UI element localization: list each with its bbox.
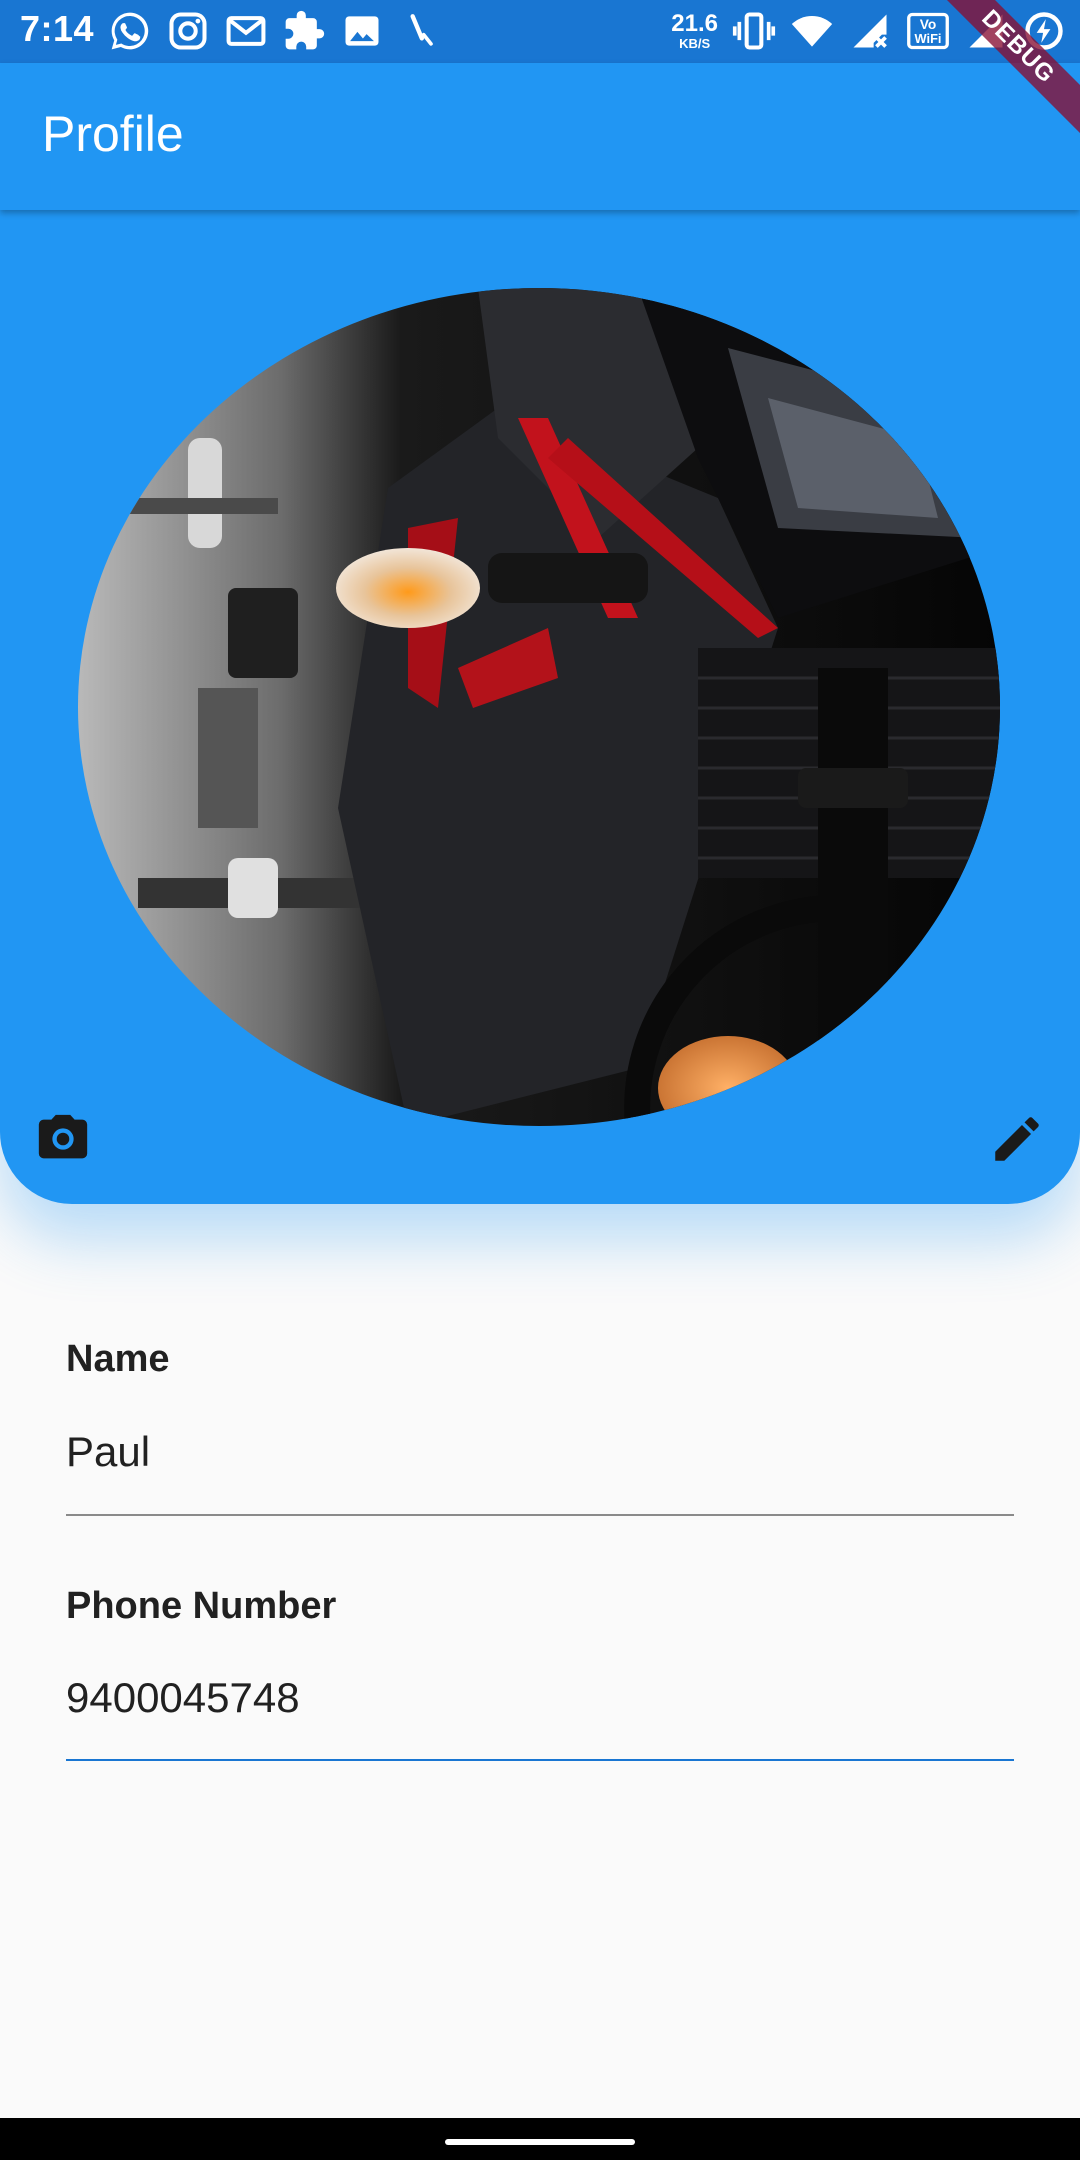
image-icon <box>340 9 384 53</box>
status-bar: 7:14 21.6 KB/S Vo WiFi <box>0 0 1080 63</box>
motorcycle-photo <box>78 288 1000 1126</box>
name-field-underline <box>66 1514 1014 1516</box>
name-label: Name <box>66 1338 170 1380</box>
phone-number-field[interactable]: 9400045748 <box>66 1674 1014 1722</box>
feather-icon <box>398 9 442 53</box>
edit-pencil-icon <box>995 1117 1039 1161</box>
vowifi-icon: Vo WiFi <box>906 9 950 53</box>
camera-icon <box>38 1114 88 1159</box>
network-speed: 21.6 KB/S <box>671 10 718 51</box>
whatsapp-icon <box>108 9 152 53</box>
navigation-bar <box>0 2118 1080 2160</box>
app-bar: Profile <box>0 63 1080 210</box>
status-time: 7:14 <box>20 8 95 49</box>
network-speed-unit: KB/S <box>679 36 711 51</box>
signal-x-icon <box>848 9 892 53</box>
svg-text:Vo: Vo <box>920 17 937 32</box>
wifi-icon <box>790 9 834 53</box>
vibrate-icon <box>732 9 776 53</box>
puzzle-icon <box>282 9 326 53</box>
phone-number-field-underline <box>66 1759 1014 1761</box>
edit-button[interactable] <box>986 1108 1048 1170</box>
svg-text:WiFi: WiFi <box>915 31 942 46</box>
name-field[interactable]: Paul <box>66 1428 1014 1476</box>
home-gesture-handle[interactable] <box>445 2139 635 2145</box>
gmail-icon <box>224 9 268 53</box>
notification-icons <box>108 9 442 53</box>
camera-button[interactable] <box>32 1108 94 1170</box>
profile-header <box>0 210 1080 1204</box>
network-speed-value: 21.6 <box>671 10 718 37</box>
instagram-icon <box>166 9 210 53</box>
phone-number-label: Phone Number <box>66 1585 337 1627</box>
profile-photo[interactable] <box>78 288 1000 1126</box>
page-title: Profile <box>42 106 184 162</box>
